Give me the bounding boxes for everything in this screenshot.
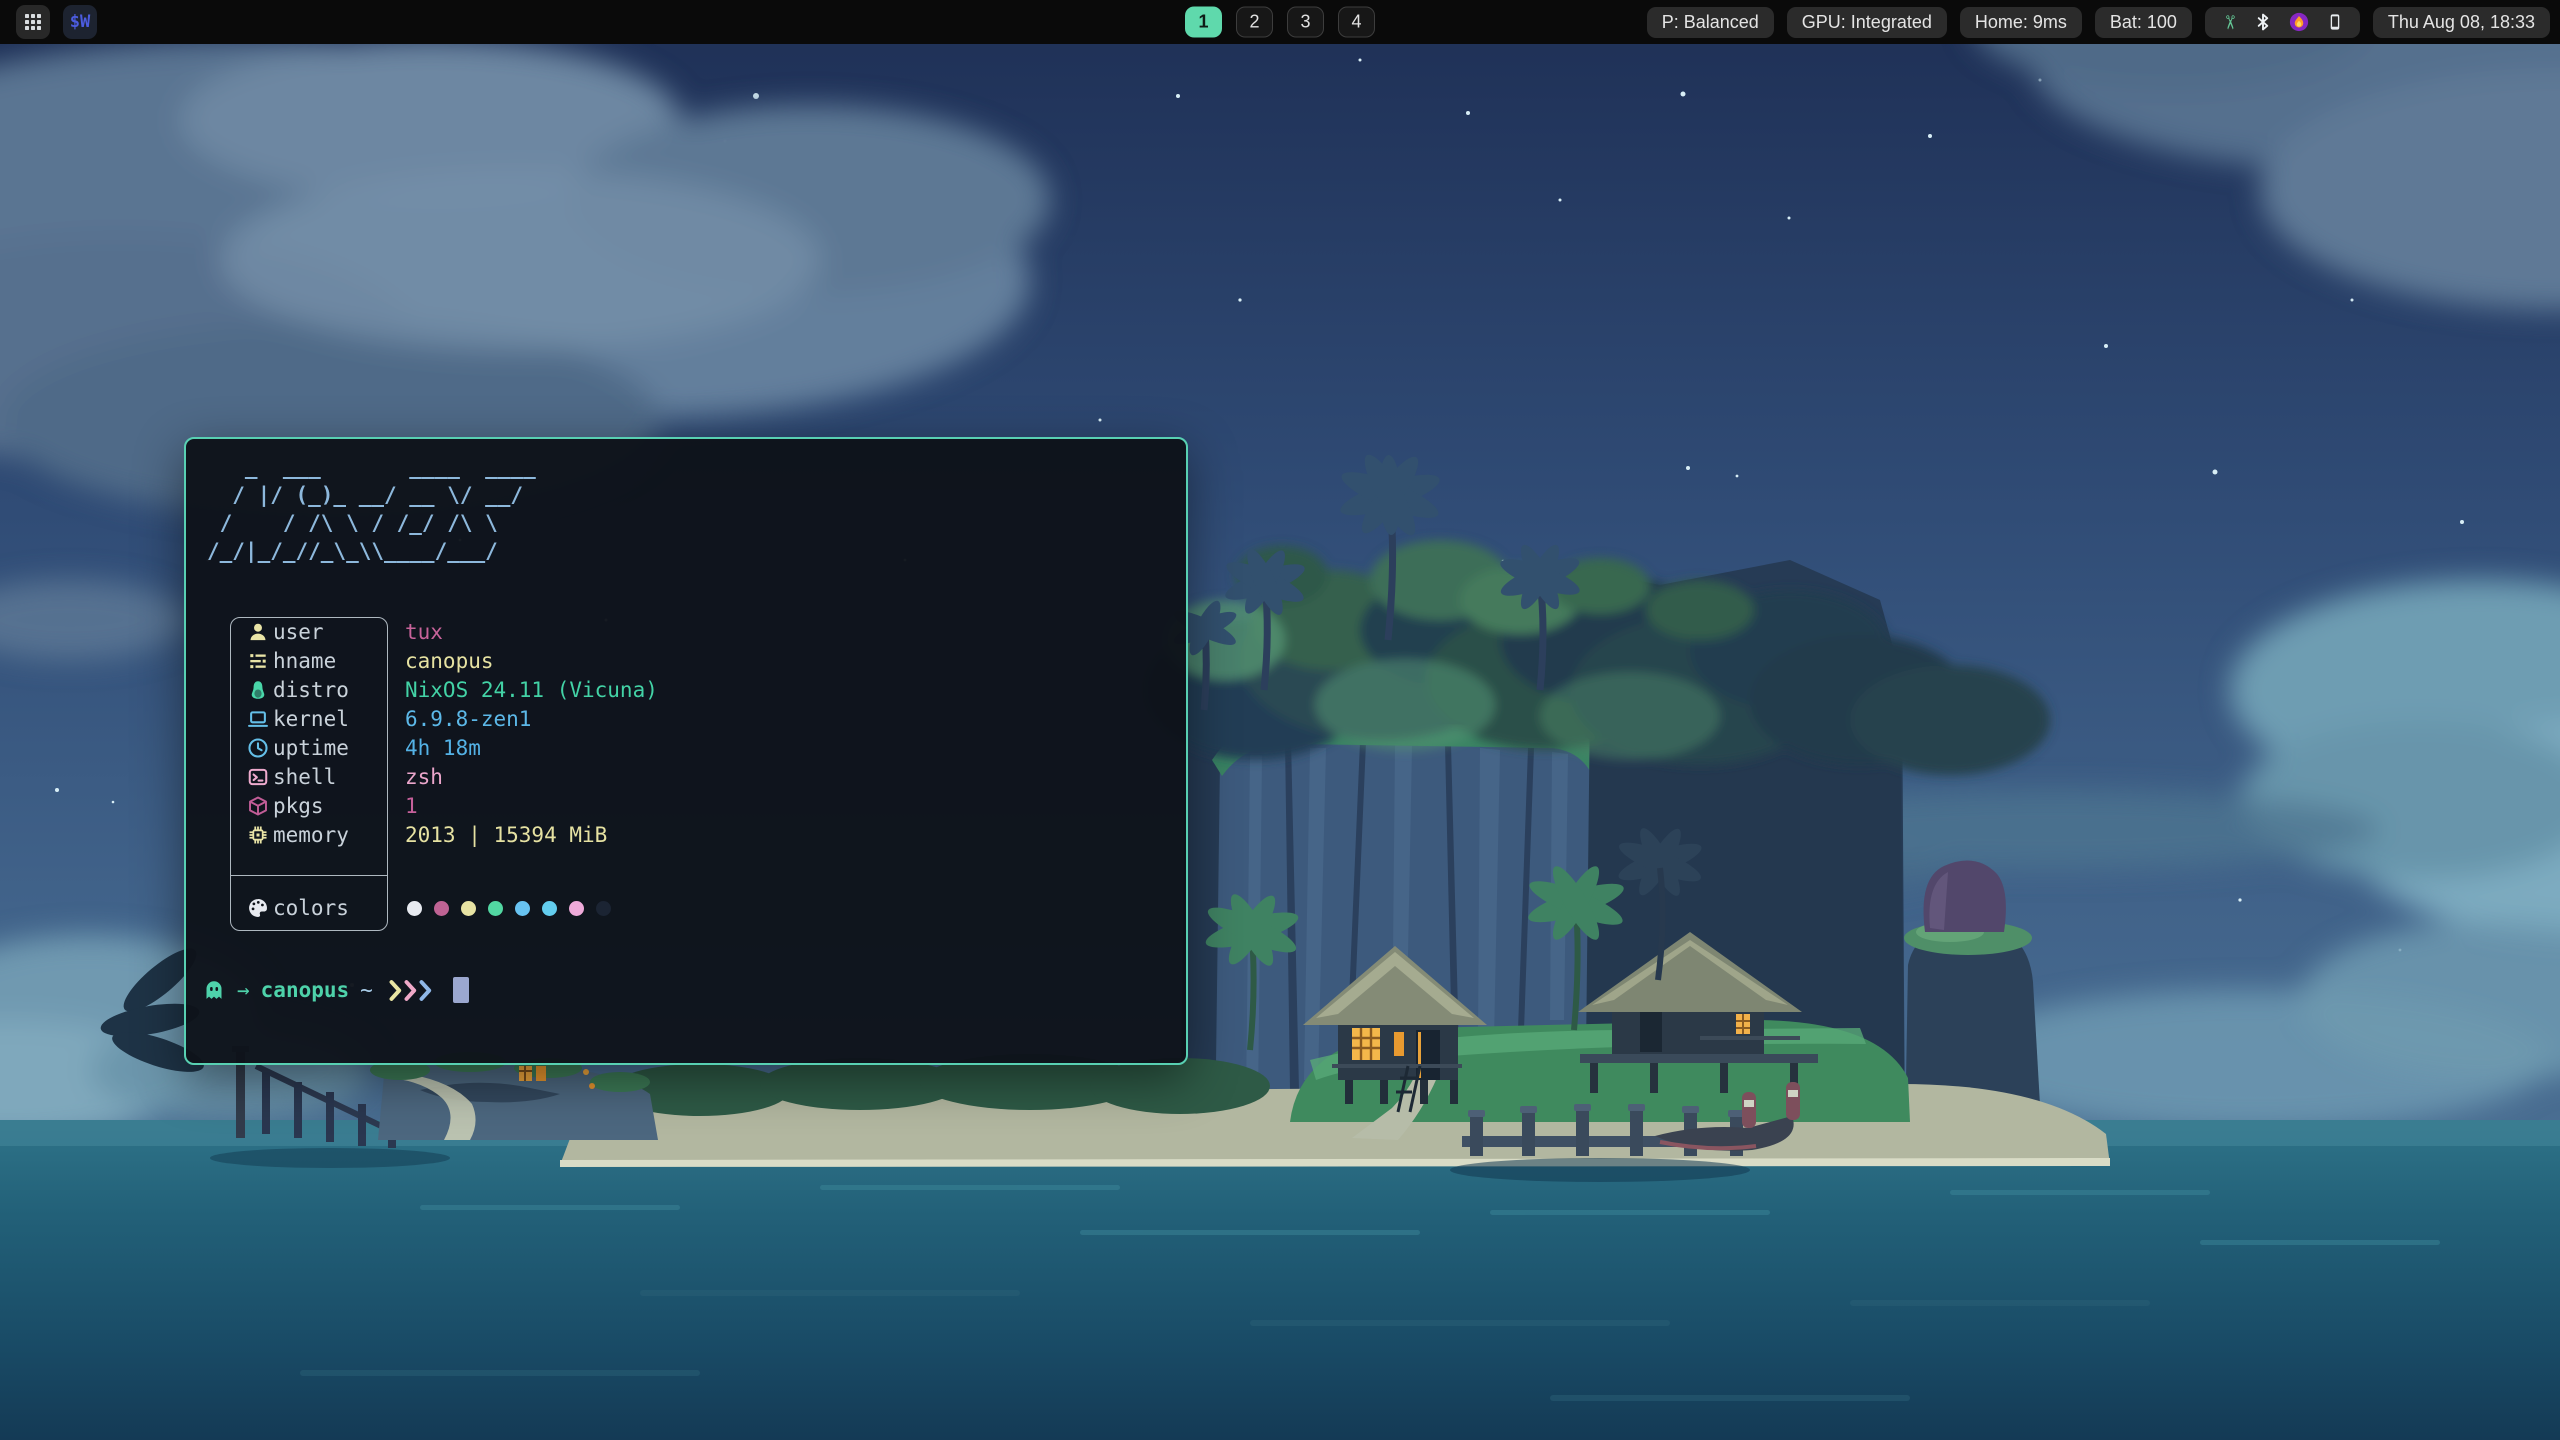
network-latency-module[interactable]: Home: 9ms: [1960, 7, 2082, 38]
wm-logo-button[interactable]: $W: [63, 5, 97, 39]
package-icon: [243, 795, 273, 817]
ghost-icon: [202, 978, 226, 1002]
workspace-button-2[interactable]: 2: [1236, 7, 1273, 38]
bar-right: P: Balanced GPU: Integrated Home: 9ms Ba…: [1647, 7, 2550, 38]
prompt-line[interactable]: → canopus ~: [202, 975, 469, 1005]
fetch-value: 6.9.8-zen1: [386, 707, 531, 731]
fetch-label: shell: [273, 765, 386, 789]
fetch-row-user: user tux: [230, 617, 1130, 646]
fetch-label: distro: [273, 678, 386, 702]
laptop-icon: [243, 708, 273, 730]
user-icon: [243, 621, 273, 643]
workspace-switcher: 1 2 3 4: [1185, 7, 1375, 38]
terminal-icon: [243, 766, 273, 788]
fetch-row-uptime: uptime 4h 18m: [230, 733, 1130, 762]
scissors-icon[interactable]: ✂: [2219, 14, 2238, 30]
system-tray: ✂: [2205, 7, 2360, 38]
fetch-value: 1: [386, 794, 418, 818]
fetch-value: NixOS 24.11 (Vicuna): [386, 678, 658, 702]
fetch-value: zsh: [386, 765, 443, 789]
fetch-row-pkgs: pkgs 1: [230, 791, 1130, 820]
color-dot: [488, 901, 503, 916]
fetch-row-colors: colors: [230, 885, 930, 931]
color-dot: [515, 901, 530, 916]
workspace-button-1[interactable]: 1: [1185, 7, 1222, 38]
prompt-chevrons: [388, 979, 432, 1002]
fetch-value: 2013 | 15394 MiB: [386, 823, 607, 847]
phone-icon[interactable]: [2326, 13, 2344, 31]
fetch-row-memory: memory 2013 | 15394 MiB: [230, 820, 1130, 849]
fetch-label: kernel: [273, 707, 386, 731]
bluetooth-icon[interactable]: [2254, 13, 2272, 31]
fetch-value: tux: [386, 620, 443, 644]
power-profile-module[interactable]: P: Balanced: [1647, 7, 1774, 38]
fetch-separator: [230, 875, 388, 876]
color-dots: [407, 901, 611, 916]
prompt-hostname: canopus: [261, 978, 350, 1002]
gpu-module[interactable]: GPU: Integrated: [1787, 7, 1947, 38]
bar-left: $W: [16, 5, 97, 39]
fetch-value: 4h 18m: [386, 736, 481, 760]
fetch-row-kernel: kernel 6.9.8-zen1: [230, 704, 1130, 733]
penguin-icon: [243, 679, 273, 701]
ascii-logo: _ ___ ____ ____ / |/ (_)_ __/ __ \/ __/ …: [207, 453, 536, 565]
list-icon: [243, 650, 273, 672]
clock-icon: [243, 737, 273, 759]
clock-module[interactable]: Thu Aug 08, 18:33: [2373, 7, 2550, 38]
prompt-chevron-icon: [418, 979, 432, 1002]
palette-icon: [243, 897, 273, 919]
color-dot: [596, 901, 611, 916]
top-bar: $W 1 2 3 4 P: Balanced GPU: Integrated H…: [0, 0, 2560, 44]
fetch-label: colors: [273, 896, 386, 920]
color-dot: [461, 901, 476, 916]
prompt-arrow: →: [237, 978, 250, 1002]
color-dot: [542, 901, 557, 916]
text-cursor: [453, 977, 469, 1003]
workspace-button-4[interactable]: 4: [1338, 7, 1375, 38]
chip-icon: [243, 824, 273, 846]
workspace-button-3[interactable]: 3: [1287, 7, 1324, 38]
battery-module[interactable]: Bat: 100: [2095, 7, 2192, 38]
terminal-window[interactable]: _ ___ ____ ____ / |/ (_)_ __/ __ \/ __/ …: [184, 437, 1188, 1065]
fetch-label: pkgs: [273, 794, 386, 818]
prompt-chevron-icon: [388, 979, 402, 1002]
fetch-row-hname: hname canopus: [230, 646, 1130, 675]
fetch-label: user: [273, 620, 386, 644]
fetch-row-shell: shell zsh: [230, 762, 1130, 791]
fetch-label: memory: [273, 823, 386, 847]
fetch-value: canopus: [386, 649, 494, 673]
app-launcher-button[interactable]: [16, 5, 50, 39]
prompt-cwd: ~: [360, 978, 373, 1002]
flameshot-icon[interactable]: [2289, 12, 2309, 32]
fetch-label: hname: [273, 649, 386, 673]
fetch-row-distro: distro NixOS 24.11 (Vicuna): [230, 675, 1130, 704]
color-dot: [569, 901, 584, 916]
fetch-label: uptime: [273, 736, 386, 760]
color-dot: [407, 901, 422, 916]
color-dot: [434, 901, 449, 916]
fetch-info-table: user tux hname canopus distro NixOS 24.1…: [230, 617, 1130, 931]
prompt-chevron-icon: [403, 979, 417, 1002]
apps-grid-icon: [23, 12, 43, 32]
